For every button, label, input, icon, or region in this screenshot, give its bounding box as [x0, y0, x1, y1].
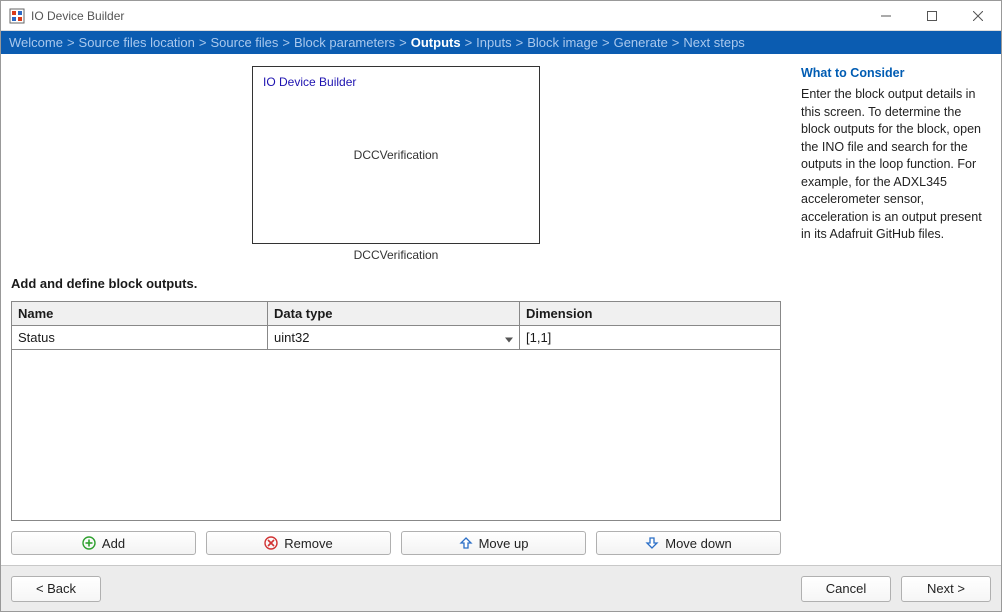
next-button-label: Next >: [927, 581, 965, 596]
window-close-button[interactable]: [955, 1, 1001, 31]
window-minimize-button[interactable]: [863, 1, 909, 31]
titlebar: IO Device Builder: [1, 1, 1001, 31]
next-button[interactable]: Next >: [901, 576, 991, 602]
table-row[interactable]: Status uint32 [1,1]: [12, 326, 780, 350]
back-button[interactable]: < Back: [11, 576, 101, 602]
outputs-table: Name Data type Dimension Status uint32 […: [11, 301, 781, 521]
breadcrumb-separator: >: [602, 35, 610, 50]
col-header-dimension[interactable]: Dimension: [520, 302, 780, 326]
cell-type-value: uint32: [274, 330, 309, 345]
diagram-center-label: DCCVerification: [354, 148, 439, 162]
window-title: IO Device Builder: [31, 9, 863, 23]
app-icon: [9, 8, 25, 24]
block-diagram-wrap: IO Device Builder DCCVerification DCCVer…: [11, 66, 781, 262]
col-header-name[interactable]: Name: [12, 302, 268, 326]
remove-button-label: Remove: [284, 536, 332, 551]
breadcrumb-separator: >: [67, 35, 75, 50]
breadcrumb-separator: >: [199, 35, 207, 50]
cell-dimension[interactable]: [1,1]: [520, 326, 780, 350]
table-body: Status uint32 [1,1]: [12, 326, 780, 520]
breadcrumb-separator: >: [672, 35, 680, 50]
breadcrumb: Welcome>Source files location>Source fil…: [1, 31, 1001, 54]
breadcrumb-item[interactable]: Generate: [614, 35, 668, 50]
breadcrumb-item[interactable]: Source files: [210, 35, 278, 50]
table-buttons-row: Add Remove Move up Move down: [11, 521, 781, 565]
move-up-button[interactable]: Move up: [401, 531, 586, 555]
breadcrumb-item[interactable]: Welcome: [9, 35, 63, 50]
col-header-type[interactable]: Data type: [268, 302, 520, 326]
move-down-button[interactable]: Move down: [596, 531, 781, 555]
breadcrumb-separator: >: [516, 35, 524, 50]
side-panel: What to Consider Enter the block output …: [791, 54, 1001, 565]
breadcrumb-item[interactable]: Block image: [527, 35, 598, 50]
arrow-up-icon: [459, 536, 473, 550]
cell-name[interactable]: Status: [12, 326, 268, 350]
add-icon: [82, 536, 96, 550]
window-maximize-button[interactable]: [909, 1, 955, 31]
diagram-title: IO Device Builder: [263, 75, 356, 89]
dropdown-arrow-icon: [505, 330, 513, 345]
remove-icon: [264, 536, 278, 550]
breadcrumb-separator: >: [282, 35, 290, 50]
add-button-label: Add: [102, 536, 125, 551]
breadcrumb-item[interactable]: Source files location: [79, 35, 195, 50]
breadcrumb-item[interactable]: Next steps: [683, 35, 744, 50]
side-panel-title: What to Consider: [801, 66, 991, 80]
move-up-button-label: Move up: [479, 536, 529, 551]
section-label: Add and define block outputs.: [11, 276, 781, 291]
diagram-caption: DCCVerification: [354, 248, 439, 262]
breadcrumb-item[interactable]: Block parameters: [294, 35, 395, 50]
arrow-down-icon: [645, 536, 659, 550]
cancel-button-label: Cancel: [826, 581, 866, 596]
add-button[interactable]: Add: [11, 531, 196, 555]
cancel-button[interactable]: Cancel: [801, 576, 891, 602]
side-panel-text: Enter the block output details in this s…: [801, 86, 991, 244]
remove-button[interactable]: Remove: [206, 531, 391, 555]
back-button-label: < Back: [36, 581, 76, 596]
content-area: IO Device Builder DCCVerification DCCVer…: [1, 54, 1001, 565]
breadcrumb-item[interactable]: Outputs: [411, 35, 461, 50]
cell-type[interactable]: uint32: [268, 326, 520, 350]
breadcrumb-separator: >: [399, 35, 407, 50]
main-panel: IO Device Builder DCCVerification DCCVer…: [1, 54, 791, 565]
block-diagram: IO Device Builder DCCVerification: [252, 66, 540, 244]
footer-bar: < Back Cancel Next >: [1, 565, 1001, 611]
move-down-button-label: Move down: [665, 536, 731, 551]
table-header: Name Data type Dimension: [12, 302, 780, 326]
breadcrumb-item[interactable]: Inputs: [476, 35, 511, 50]
breadcrumb-separator: >: [465, 35, 473, 50]
